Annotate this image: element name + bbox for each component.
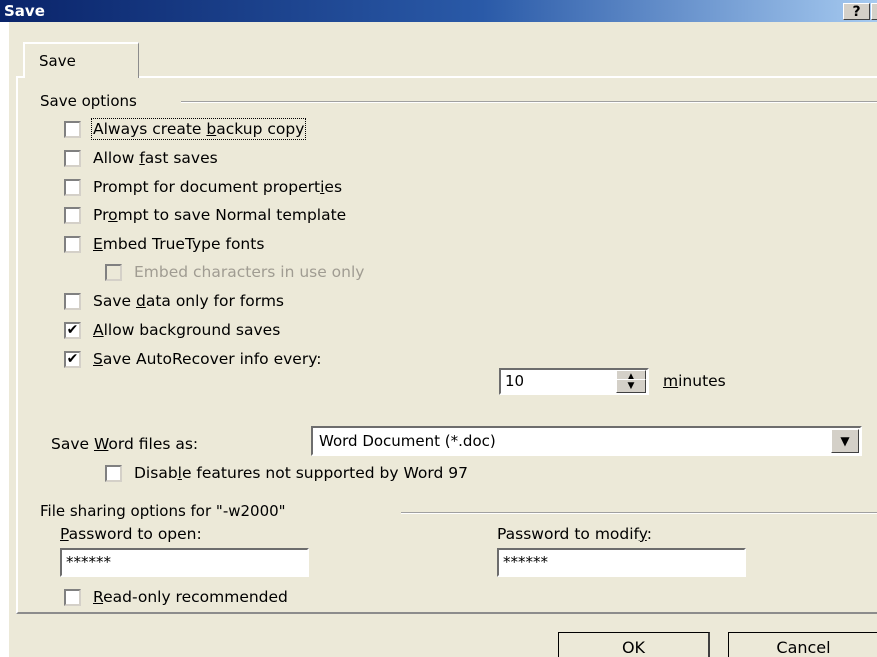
save-option-checkbox[interactable] (64, 292, 81, 310)
save-format-select[interactable]: Word Document (*.doc) ▼ (311, 426, 862, 456)
readonly-checkbox[interactable] (64, 588, 81, 606)
save-option-row[interactable]: Save data only for forms (64, 292, 284, 310)
save-option-row[interactable]: Prompt to save Normal template (64, 206, 346, 224)
save-option-checkbox[interactable]: ✔ (64, 321, 81, 339)
save-option-label: Allow background saves (93, 321, 281, 339)
password-open-input[interactable]: ****** (60, 548, 309, 577)
ok-button[interactable]: OK (558, 632, 710, 657)
password-open-label: Password to open: (60, 525, 202, 543)
save-option-label: Always create backup copy (90, 118, 307, 140)
save-option-checkbox (105, 263, 122, 281)
close-button[interactable]: × (871, 3, 877, 20)
save-option-checkbox[interactable]: ✔ (64, 350, 81, 368)
save-option-label: Embed characters in use only (134, 263, 365, 281)
disable-features-checkbox-row[interactable]: Disable features not supported by Word 9… (105, 464, 468, 482)
save-format-value: Word Document (*.doc) (319, 432, 496, 450)
save-option-label: Prompt to save Normal template (93, 206, 347, 224)
save-as-label: Save Word files as: (51, 435, 199, 453)
dialog-body: Save Save options Always create backup c… (9, 22, 877, 657)
readonly-checkbox-row[interactable]: Read-only recommended (64, 588, 288, 606)
title-bar: Save ? × (0, 0, 877, 22)
readonly-label: Read-only recommended (93, 588, 288, 606)
save-option-label: Embed TrueType fonts (93, 235, 265, 253)
check-icon: ✔ (66, 322, 79, 338)
file-sharing-heading: File sharing options for "-w2000" (40, 502, 292, 520)
password-modify-label: Password to modify: (497, 525, 653, 543)
save-option-row[interactable]: Prompt for document properties (64, 178, 342, 196)
tab-save[interactable]: Save (23, 42, 139, 78)
save-option-row[interactable]: Always create backup copy (64, 118, 307, 140)
password-modify-input[interactable]: ****** (497, 548, 746, 577)
save-option-row[interactable]: ✔ Allow background saves (64, 321, 280, 339)
minutes-label: minutes (663, 372, 726, 390)
save-option-row[interactable]: Allow fast saves (64, 149, 218, 167)
save-option-row[interactable]: Embed TrueType fonts (64, 235, 264, 253)
window-title: Save (4, 2, 45, 20)
save-options-divider (181, 101, 877, 103)
save-option-checkbox[interactable] (64, 149, 81, 167)
save-option-label: Save AutoRecover info every: (93, 350, 322, 368)
cancel-button[interactable]: Cancel (728, 632, 877, 657)
save-options-heading: Save options (40, 92, 143, 110)
disable-features-checkbox[interactable] (105, 464, 122, 482)
file-sharing-divider (401, 512, 877, 514)
disable-features-label: Disable features not supported by Word 9… (134, 464, 468, 482)
save-option-checkbox[interactable] (64, 235, 81, 253)
save-option-checkbox[interactable] (64, 206, 81, 224)
save-option-label: Prompt for document properties (93, 178, 343, 196)
save-option-row[interactable]: ✔ Save AutoRecover info every: (64, 350, 321, 368)
save-option-checkbox[interactable] (64, 120, 81, 138)
save-option-row: Embed characters in use only (105, 263, 364, 281)
save-option-checkbox[interactable] (64, 178, 81, 196)
check-icon: ✔ (66, 351, 79, 367)
spin-down-icon: ▼ (627, 381, 635, 391)
help-button[interactable]: ? (843, 3, 870, 20)
spin-down-button[interactable]: ▼ (616, 379, 646, 393)
save-option-label: Allow fast saves (93, 149, 218, 167)
tab-save-label: Save (39, 52, 76, 70)
chevron-down-icon[interactable]: ▼ (831, 429, 859, 453)
save-option-label: Save data only for forms (93, 292, 284, 310)
